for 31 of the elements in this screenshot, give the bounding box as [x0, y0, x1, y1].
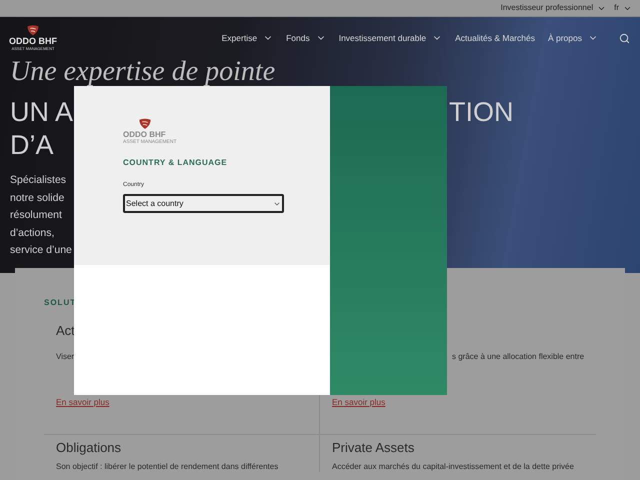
logo-icon [26, 25, 40, 36]
nav-item[interactable]: Fonds [286, 32, 326, 44]
hero-text-fragment: d’actions, [10, 226, 54, 240]
top-bar-dropdown[interactable]: Investisseur professionnel [500, 2, 606, 14]
nav-item[interactable]: Actualités & Marchés [455, 32, 535, 44]
country-select[interactable]: Select a country [123, 194, 284, 213]
hero-title-fragment: UN A [10, 96, 74, 129]
card-text: Accéder aux marchés du capital-investissement et de la dette privée [332, 461, 575, 472]
card-text: Viser [56, 351, 76, 363]
nav-item[interactable]: À propos [548, 32, 598, 44]
card-title: Private Assets [332, 440, 414, 456]
hero-kicker: Une expertise de pointe [10, 59, 276, 85]
section-title: SOLUT [44, 297, 78, 309]
top-bar-dropdown[interactable]: fr [614, 2, 632, 14]
logo-icon [138, 118, 152, 130]
hero-title-fragment: TION [449, 96, 514, 129]
search-icon[interactable] [619, 32, 630, 44]
card-text: Son objectif : libérer le potentiel de rendement dans différentes [56, 461, 280, 472]
hero-title-fragment: D’A [10, 129, 54, 162]
hero-text-fragment: Spécialistes [10, 173, 66, 188]
nav-item[interactable]: Investissement durable [338, 32, 442, 44]
card-text: s grâce à une allocation flexible entre [452, 351, 584, 363]
card-title: Obligations [56, 440, 122, 456]
card-title: Act [56, 323, 75, 339]
hero-text-fragment: résolument [10, 208, 62, 223]
hero-text-fragment: notre solide [10, 190, 64, 206]
hero-text-fragment: service d’une [10, 243, 72, 258]
modal-title: COUNTRY & LANGUAGE [123, 157, 228, 169]
logo-text: ODDO BHF [123, 130, 166, 139]
nav-item[interactable]: Expertise [222, 32, 274, 44]
logo-text: ODDO BHF [9, 36, 57, 46]
